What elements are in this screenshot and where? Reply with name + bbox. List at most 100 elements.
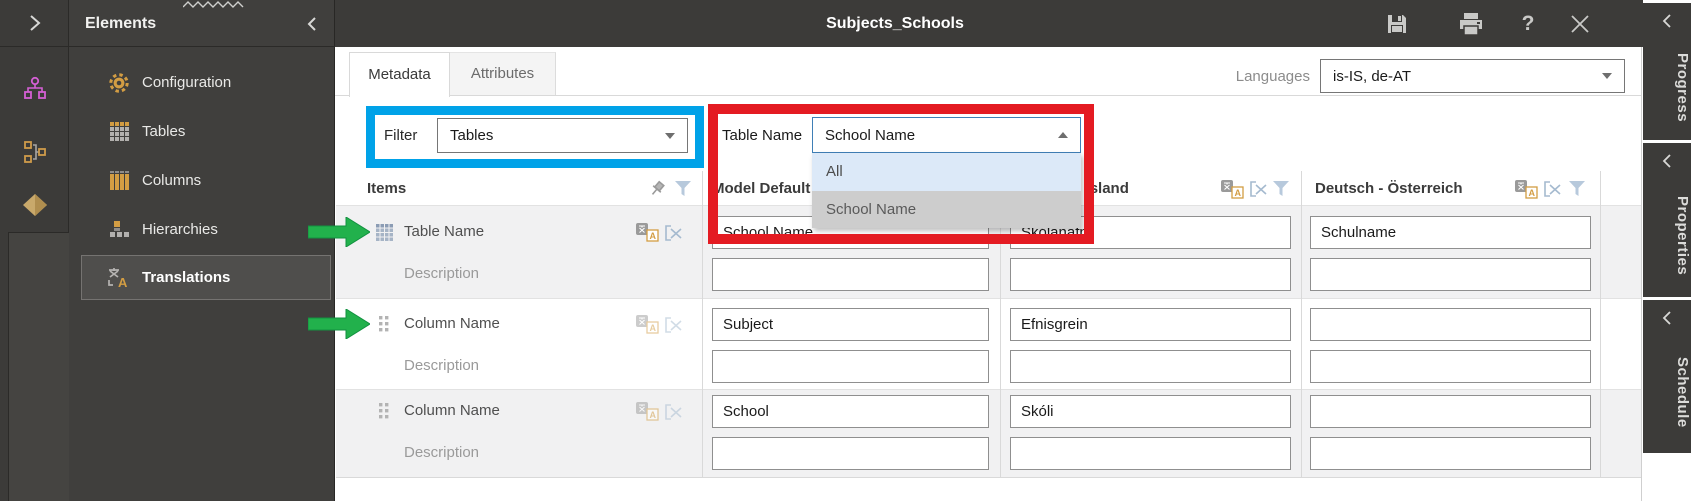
svg-text:A: A [1529,188,1536,198]
item-row-label[interactable]: Description [404,443,479,463]
translation-input[interactable] [712,308,989,341]
translation-input[interactable] [712,395,989,428]
filter-dropdown[interactable]: Tables [437,118,688,153]
item-row-label[interactable]: Column Name [404,401,500,421]
clear-row-translations-icon[interactable] [663,224,685,242]
translate-row-icon[interactable]: A [636,223,660,242]
side-tab-label: Progress [1674,52,1691,123]
sidebar-item-columns[interactable]: Columns [70,156,334,205]
item-row-label[interactable]: Table Name [404,222,484,242]
translate-column-icon[interactable]: A [1515,179,1539,199]
grid-divider [1301,171,1302,477]
squiggle-mark [183,1,244,8]
table-name-filter-label: Table Name [722,127,803,144]
pin-icon[interactable] [648,180,666,202]
chevron-right-icon [29,15,41,31]
chevron-down-icon [1602,73,1612,79]
sidebar-item-translations[interactable]: A Translations [81,255,331,300]
translation-input[interactable] [1010,437,1291,470]
help-icon: ? [1521,11,1535,35]
translation-input[interactable] [1310,437,1591,470]
table-name-filter-options: All School Name [812,153,1081,228]
sidebar-item-configuration[interactable]: Configuration [70,58,334,107]
tab-metadata[interactable]: Metadata [349,52,450,97]
clear-row-translations-icon[interactable] [663,403,685,421]
option-school-name[interactable]: School Name [812,191,1081,228]
side-tab-label: Schedule [1674,357,1691,428]
drag-handle-icon[interactable] [379,403,389,423]
table-grid-icon [106,122,132,141]
translation-input[interactable] [1310,216,1591,249]
columns-icon [106,171,132,190]
translation-input[interactable] [1310,308,1591,341]
drag-handle-icon[interactable] [379,316,389,336]
side-tab-progress[interactable]: Progress [1643,3,1691,140]
sidebar-collapse-button[interactable] [300,14,324,34]
clear-row-translations-icon[interactable] [663,316,685,334]
printer-icon [1460,12,1482,36]
side-tab-properties[interactable]: Properties [1643,143,1691,297]
languages-dropdown[interactable]: is-IS, de-AT [1320,59,1625,93]
grid-line [336,389,1641,390]
svg-text:A: A [650,410,657,420]
sidebar-item-label: Columns [142,172,202,189]
items-header: Items [367,180,407,197]
translation-input[interactable] [1310,258,1591,291]
chevron-left-icon [307,17,316,31]
gear-icon [106,72,132,94]
translate-column-icon[interactable]: A [1221,179,1245,199]
translation-input[interactable] [712,437,989,470]
side-tab-label: Properties [1674,196,1691,276]
items-filter-icon[interactable] [674,181,692,201]
tab-label: Attributes [470,65,535,82]
sidebar-item-label: Translations [142,269,231,286]
translation-input[interactable] [1310,350,1591,383]
save-button[interactable] [1383,11,1411,36]
translation-input[interactable] [1010,395,1291,428]
translation-input[interactable] [1010,308,1291,341]
option-all[interactable]: All [812,153,1081,191]
languages-label: Languages [1235,68,1310,85]
chevron-up-icon [1058,132,1068,138]
merge-hierarchy-icon [24,141,46,163]
column-filter-icon[interactable] [1568,181,1586,201]
column-filter-icon[interactable] [1272,181,1290,201]
translation-input[interactable] [1310,395,1591,428]
sidebar-item-tables[interactable]: Tables [70,107,334,156]
translation-input[interactable] [1010,258,1291,291]
tab-attributes[interactable]: Attributes [450,52,556,95]
print-button[interactable] [1457,11,1485,36]
side-tab-schedule[interactable]: Schedule [1643,300,1691,453]
svg-text:A: A [650,231,657,241]
table-name-filter-value: School Name [825,126,916,144]
diamond-icon [22,194,47,216]
sidebar-title: Elements [85,15,157,32]
merge-hierarchy-tool-button[interactable] [22,138,48,166]
org-chart-tool-button[interactable] [22,74,48,102]
svg-text:A: A [118,275,128,289]
translation-input[interactable] [712,258,989,291]
sidebar-item-hierarchies[interactable]: Hierarchies [70,205,334,254]
help-button[interactable]: ? [1514,11,1542,36]
sidebar-item-label: Configuration [142,74,232,91]
clear-translations-icon[interactable] [1248,180,1270,198]
column-header-deutsch: Deutsch - Österreich [1315,180,1463,197]
translate-row-icon[interactable]: A [636,315,660,334]
svg-text:A: A [1235,188,1242,198]
close-button[interactable] [1566,11,1594,36]
tab-label: Metadata [368,66,431,83]
chevron-down-icon [665,132,675,139]
rail-expand-button[interactable] [0,0,69,47]
translation-input[interactable] [712,350,989,383]
chevron-left-icon [1662,14,1671,28]
tabstrip-divider [335,95,1641,96]
clear-translations-icon[interactable] [1542,180,1564,198]
translate-row-icon[interactable]: A [636,402,660,421]
table-name-filter-dropdown[interactable]: School Name [812,117,1081,153]
column-header-model-default: Model Default [712,180,811,197]
item-row-label[interactable]: Description [404,356,479,376]
diamond-tool-button[interactable] [0,180,69,230]
translation-input[interactable] [1010,350,1291,383]
item-row-label[interactable]: Column Name [404,314,500,334]
item-row-label[interactable]: Description [404,264,479,284]
